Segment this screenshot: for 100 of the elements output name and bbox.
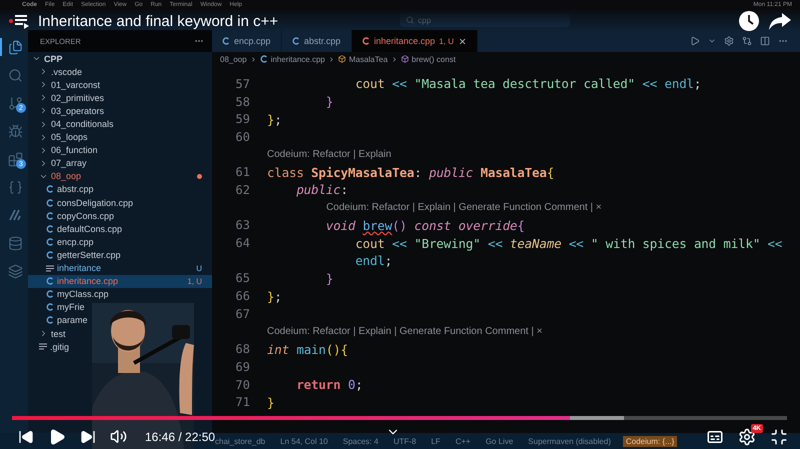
- line-number: 57: [234, 76, 250, 91]
- tree-item[interactable]: encp.cpp: [28, 235, 95, 248]
- playlist-icon[interactable]: [8, 13, 30, 29]
- line-number: 65: [234, 271, 250, 286]
- tree-item[interactable]: test: [28, 326, 67, 340]
- status-item[interactable]: Go Live: [482, 436, 516, 446]
- code-line: }: [324, 270, 334, 286]
- cpp-file-icon: [362, 37, 370, 45]
- search-icon: [406, 16, 414, 24]
- tree-item[interactable]: copyCons.cpp: [28, 209, 116, 222]
- volume-icon[interactable]: [110, 428, 127, 445]
- close-icon[interactable]: [458, 36, 467, 46]
- breadcrumb[interactable]: brew() const: [412, 54, 456, 64]
- status-item[interactable]: Codeium: {...}: [622, 436, 678, 446]
- tree-item[interactable]: myClass.cpp: [28, 288, 110, 301]
- tree-item[interactable]: 08_oop: [28, 170, 212, 183]
- code-line: class SpicyMasalaTea: public MasalaTea{: [267, 164, 554, 180]
- status-item[interactable]: Spaces: 4: [340, 436, 382, 446]
- tree-item[interactable]: abstr.cpp: [28, 182, 95, 196]
- file-name: copyCons.cpp: [57, 210, 114, 221]
- tree-item[interactable]: parame: [28, 314, 89, 327]
- exit-fullscreen-icon[interactable]: [770, 428, 788, 446]
- file-name: 06_function: [51, 145, 98, 156]
- line-number: 71: [234, 395, 250, 410]
- line-number: 60: [234, 130, 250, 144]
- line-number: 70: [234, 378, 250, 392]
- line-number: 64: [234, 236, 250, 250]
- tree-item[interactable]: 06_function: [28, 144, 99, 157]
- play-icon[interactable]: [48, 428, 66, 446]
- file-name: 01_varconst: [51, 80, 100, 90]
- lines-file-icon: [39, 343, 47, 350]
- clock-icon[interactable]: [738, 10, 760, 32]
- code-line: cout << "Brewing" << teaName << " with spices and milk" <<: [354, 236, 782, 251]
- code-line: }: [324, 94, 334, 110]
- slash-logo-icon: [8, 208, 22, 222]
- file-name: inheritance.cpp: [57, 276, 118, 286]
- files-icon: [8, 40, 22, 54]
- run-icon[interactable]: [690, 36, 700, 46]
- compare-icon[interactable]: [742, 36, 752, 46]
- file-name: 05_loops: [51, 132, 88, 142]
- tree-item[interactable]: 05_loops: [28, 130, 89, 144]
- line-number: 62: [234, 182, 250, 197]
- file-name: inheritance: [57, 263, 102, 274]
- tree-item[interactable]: inheritance U: [28, 262, 212, 275]
- file-name: 07_array: [51, 158, 87, 168]
- previous-icon[interactable]: [18, 428, 34, 444]
- tree-item[interactable]: 01_varconst: [28, 78, 102, 92]
- breadcrumb[interactable]: MasalaTea: [348, 54, 388, 64]
- file-name: parame: [57, 315, 88, 326]
- code-line: public:: [295, 182, 348, 198]
- next-icon[interactable]: [80, 428, 96, 444]
- code-lens[interactable]: Codeium: Refactor | Explain | Generate Function Comment | ×: [267, 326, 542, 337]
- split-icon[interactable]: [760, 36, 770, 46]
- editor-tab[interactable]: inheritance.cpp 1, U: [352, 30, 478, 52]
- line-number: 68: [234, 342, 250, 356]
- tree-item[interactable]: .gitig: [28, 340, 70, 354]
- line-number: 66: [234, 289, 250, 304]
- braces-icon: [8, 180, 22, 194]
- file-name: 08_oop: [51, 171, 82, 182]
- tree-item[interactable]: inheritance.cpp 1, U: [28, 274, 212, 288]
- progress-track[interactable]: [12, 416, 787, 420]
- caret-icon[interactable]: [708, 37, 716, 45]
- chevron-icon: [390, 56, 398, 62]
- share-icon[interactable]: [768, 11, 792, 31]
- method-icon: [400, 55, 409, 63]
- tree-item[interactable]: defaultCons.cpp: [28, 222, 124, 236]
- chevron-icon: [250, 56, 257, 62]
- file-name: .vscode: [51, 66, 82, 77]
- status-item[interactable]: UTF-8: [390, 436, 420, 446]
- code-line: }: [267, 394, 274, 410]
- status-item[interactable]: Ln 54, Col 10: [277, 436, 331, 446]
- file-name: myClass.cpp: [57, 289, 109, 300]
- tree-item[interactable]: getterSetter.cpp: [28, 248, 122, 262]
- status-item[interactable]: C++: [452, 436, 474, 446]
- file-name: test: [51, 328, 66, 339]
- code-line: void brew() const override{: [324, 218, 525, 233]
- tree-item[interactable]: 07_array: [28, 156, 88, 170]
- file-name: 02_primitives: [51, 92, 104, 103]
- file-name: getterSetter.cpp: [57, 250, 121, 260]
- file-name: 03_operators: [51, 106, 104, 116]
- code-line: int main(){: [267, 342, 348, 357]
- tree-item[interactable]: .vscode: [28, 65, 84, 78]
- search-icon: [8, 68, 22, 82]
- breadcrumb[interactable]: inheritance.cpp: [270, 54, 325, 64]
- status-item[interactable]: Supermaven (disabled): [525, 436, 614, 446]
- video-title: Inheritance and final keyword in c++: [38, 12, 278, 30]
- breadcrumb[interactable]: 08_oop: [220, 54, 247, 64]
- tree-item[interactable]: 04_conditionals: [28, 117, 115, 131]
- code-line: };: [267, 288, 282, 304]
- tree-item[interactable]: consDeligation.cpp: [28, 196, 134, 210]
- status-item[interactable]: LF: [428, 436, 444, 446]
- line-number: 67: [234, 306, 250, 321]
- code-line: endl;: [354, 253, 392, 268]
- code-lens[interactable]: Codeium: Refactor | Explain: [267, 149, 392, 160]
- cpp-file-icon: [292, 37, 300, 45]
- tree-item[interactable]: CPP: [28, 52, 212, 66]
- tree-item[interactable]: 02_primitives: [28, 91, 106, 104]
- tree-item[interactable]: myFrie: [28, 300, 86, 314]
- tree-item[interactable]: 03_operators: [28, 104, 106, 118]
- code-lens[interactable]: Codeium: Refactor | Explain | Generate Function Comment | ×: [326, 202, 602, 214]
